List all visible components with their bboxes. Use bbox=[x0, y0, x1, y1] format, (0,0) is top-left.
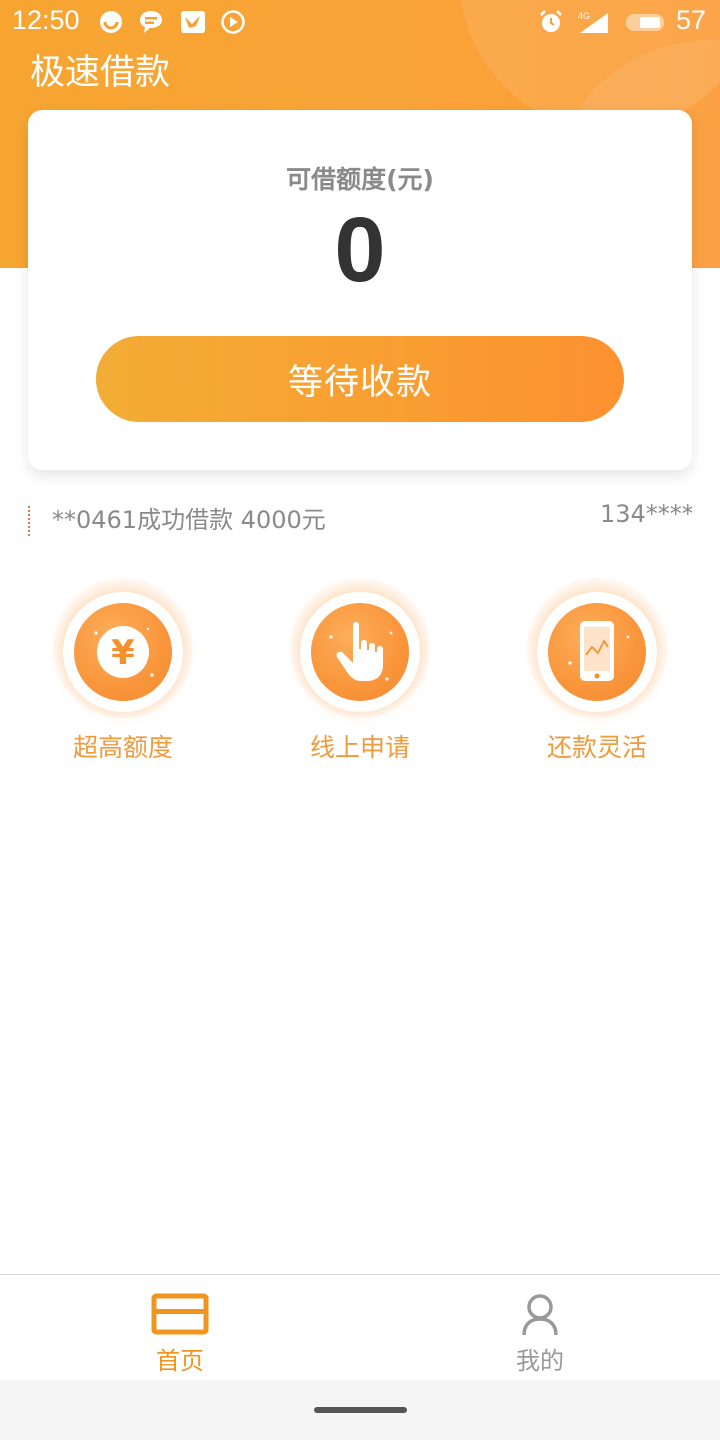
credit-limit-label: 可借额度(元) bbox=[286, 165, 434, 194]
status-bar: 12:50 4G 57 bbox=[0, 0, 720, 44]
tab-home[interactable]: 首页 bbox=[100, 1275, 260, 1381]
system-nav-bar bbox=[0, 1380, 720, 1440]
await-payment-button[interactable]: 等待收款 bbox=[96, 336, 624, 422]
home-gesture-handle[interactable] bbox=[314, 1407, 407, 1413]
card-icon bbox=[151, 1293, 209, 1335]
svg-text:¥: ¥ bbox=[111, 633, 135, 673]
hand-pointer-icon bbox=[329, 622, 393, 681]
feature-label: 线上申请 bbox=[309, 733, 410, 762]
tab-label: 我的 bbox=[516, 1347, 564, 1375]
user-icon bbox=[522, 1294, 558, 1336]
bird-app-icon bbox=[181, 11, 205, 33]
loan-ticker: **0461成功借款 4000元 134****9 bbox=[28, 496, 692, 536]
feature-online-apply[interactable]: 线上申请 bbox=[285, 578, 435, 768]
tab-label: 首页 bbox=[156, 1347, 204, 1375]
status-time: 12:50 bbox=[12, 5, 80, 35]
yuan-icon: ¥ bbox=[94, 626, 154, 678]
network-label: 4G bbox=[578, 11, 590, 21]
credit-card: 可借额度(元) 0 等待收款 bbox=[28, 110, 692, 470]
credit-limit-amount: 0 bbox=[334, 199, 386, 301]
bottom-tab-bar: 首页 我的 bbox=[0, 1274, 720, 1380]
signal-icon: 4G bbox=[578, 11, 608, 33]
ticker-marker bbox=[28, 506, 30, 536]
ticker-item: **0461成功借款 4000元 bbox=[52, 506, 326, 534]
battery-level: 57 bbox=[675, 5, 706, 35]
tab-mine[interactable]: 我的 bbox=[460, 1275, 620, 1381]
message-icon bbox=[140, 11, 162, 33]
feature-high-limit[interactable]: ¥ 超高额度 bbox=[48, 578, 198, 768]
circle-app-icon bbox=[100, 11, 122, 33]
ticker-item: 134****9 bbox=[600, 500, 692, 528]
feature-flexible-repay[interactable]: 还款灵活 bbox=[522, 578, 672, 768]
page-title: 极速借款 bbox=[30, 53, 171, 93]
alarm-icon bbox=[540, 10, 562, 32]
phone-icon bbox=[568, 621, 630, 681]
feature-label: 超高额度 bbox=[72, 733, 173, 762]
feature-label: 还款灵活 bbox=[546, 733, 647, 762]
play-icon bbox=[221, 10, 245, 34]
battery-icon bbox=[626, 14, 664, 31]
